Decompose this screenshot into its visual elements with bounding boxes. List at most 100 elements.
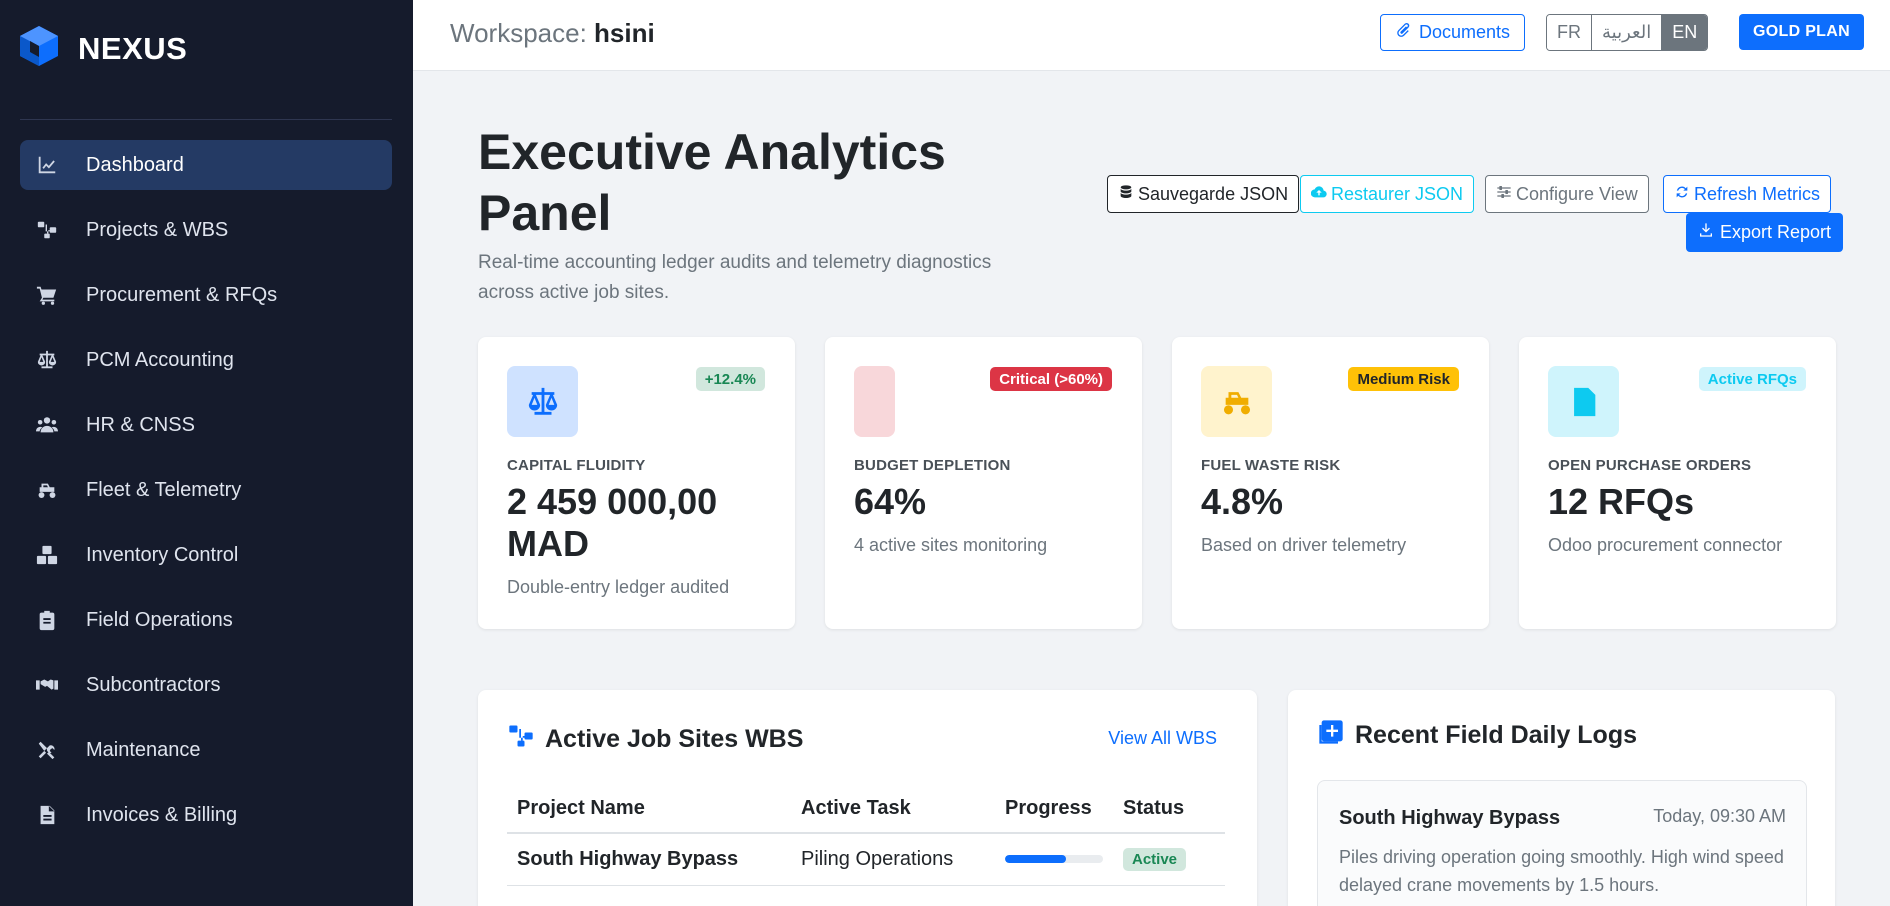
kpi-card-purchase-orders: Active RFQs OPEN PURCHASE ORDERS 12 RFQs… <box>1519 337 1836 629</box>
shopping-cart-icon <box>34 282 60 308</box>
cube-logo-icon <box>18 24 60 73</box>
workspace-label: Workspace: <box>450 18 587 48</box>
sitemap-icon <box>507 722 545 757</box>
kpi-label: OPEN PURCHASE ORDERS <box>1548 457 1752 474</box>
column-header[interactable]: Project Name <box>507 785 791 834</box>
active-task-cell: Piling Operations <box>791 833 995 886</box>
progress-bar <box>1005 855 1103 864</box>
column-header[interactable]: Progress <box>995 785 1113 834</box>
sidebar-item-label: Invoices & Billing <box>86 803 238 826</box>
sidebar-item-invoices[interactable]: Invoices & Billing <box>20 790 392 840</box>
progress-fill <box>1005 855 1066 864</box>
sidebar-item-label: HR & CNSS <box>86 413 195 436</box>
download-icon <box>1698 222 1720 243</box>
brand-name: NEXUS <box>78 30 188 66</box>
workspace-indicator: Workspace: hsini <box>450 18 655 49</box>
add-note-icon <box>1317 718 1355 753</box>
file-invoice-icon <box>34 802 60 828</box>
log-site: South Highway Bypass <box>1339 807 1561 829</box>
sidebar-item-accounting[interactable]: PCM Accounting <box>20 335 392 385</box>
sidebar-item-label: Inventory Control <box>86 543 239 566</box>
sidebar-item-label: Dashboard <box>86 153 184 176</box>
handshake-icon <box>34 672 60 698</box>
sliders-icon <box>1496 184 1516 205</box>
sidebar-item-procurement[interactable]: Procurement & RFQs <box>20 270 392 320</box>
sidebar-item-maintenance[interactable]: Maintenance <box>20 725 392 775</box>
refresh-icon <box>1674 184 1694 205</box>
wbs-table-wrap: Project Name Active Task Progress Status… <box>507 785 1225 886</box>
lang-fr-button[interactable]: FR <box>1547 15 1592 50</box>
sidebar-item-label: Field Operations <box>86 608 233 631</box>
wbs-panel: Active Job Sites WBS View All WBS Projec… <box>478 690 1257 906</box>
kpi-value: 2 459 000,00 MAD <box>507 481 718 564</box>
column-header[interactable]: Status <box>1113 785 1225 834</box>
wbs-panel-title: Active Job Sites WBS <box>507 722 803 757</box>
export-report-label: Export Report <box>1720 222 1832 242</box>
kpi-label: CAPITAL FLUIDITY <box>507 457 646 474</box>
log-entry[interactable]: South Highway Bypass Today, 09:30 AM Pil… <box>1317 780 1807 906</box>
table-row[interactable]: South Highway Bypass Piling Operations A… <box>507 833 1225 886</box>
refresh-metrics-button[interactable]: Refresh Metrics <box>1663 175 1832 213</box>
kpi-badge: Medium Risk <box>1348 367 1459 391</box>
configure-view-button[interactable]: Configure View <box>1485 175 1649 213</box>
sidebar-item-fleet[interactable]: Fleet & Telemetry <box>20 465 392 515</box>
documents-button[interactable]: Documents <box>1380 14 1526 51</box>
kpi-card-capital-fluidity: +12.4% CAPITAL FLUIDITY 2 459 000,00 MAD… <box>478 337 795 629</box>
topbar: Workspace: hsini Documents FR العربية EN… <box>413 0 1890 71</box>
file-invoice-dollar-icon <box>1548 366 1619 437</box>
sidebar-item-inventory[interactable]: Inventory Control <box>20 530 392 580</box>
status-cell: Active <box>1113 833 1225 886</box>
backup-json-button[interactable]: Sauvegarde JSON <box>1107 175 1300 213</box>
export-report-button[interactable]: Export Report <box>1686 213 1844 252</box>
daily-logs-panel: Recent Field Daily Logs South Highway By… <box>1288 690 1835 906</box>
kpi-description: Odoo procurement connector <box>1548 535 1783 555</box>
truck-monster-icon <box>34 477 60 503</box>
workspace-name: hsini <box>594 18 655 48</box>
clipboard-icon <box>34 607 60 633</box>
daily-logs-title: Recent Field Daily Logs <box>1317 718 1637 753</box>
sidebar-divider <box>20 119 392 120</box>
sidebar-item-label: Projects & WBS <box>86 218 229 241</box>
cloud-upload-icon <box>1310 184 1331 205</box>
plan-button[interactable]: GOLD PLAN <box>1739 14 1864 50</box>
sidebar-item-subcontractors[interactable]: Subcontractors <box>20 660 392 710</box>
kpi-badge: Active RFQs <box>1698 367 1806 391</box>
table-header-row: Project Name Active Task Progress Status <box>507 785 1225 834</box>
restore-json-label: Restaurer JSON <box>1331 183 1464 204</box>
sidebar-item-label: PCM Accounting <box>86 348 234 371</box>
lang-en-button[interactable]: EN <box>1662 15 1708 50</box>
configure-view-label: Configure View <box>1516 183 1638 204</box>
kpi-label: FUEL WASTE RISK <box>1201 457 1341 474</box>
scale-balance-icon <box>34 347 60 373</box>
sidebar-item-label: Procurement & RFQs <box>86 283 278 306</box>
boxes-icon <box>34 542 60 568</box>
lang-ar-button[interactable]: العربية <box>1592 15 1663 50</box>
daily-logs-title-text: Recent Field Daily Logs <box>1355 721 1638 749</box>
status-badge: Active <box>1123 848 1187 872</box>
sidebar-item-projects[interactable]: Projects & WBS <box>20 205 392 255</box>
project-name-cell: South Highway Bypass <box>507 833 791 886</box>
kpi-description: 4 active sites monitoring <box>854 535 1048 555</box>
scale-balance-icon <box>507 366 578 437</box>
users-icon <box>34 412 60 438</box>
sidebar-item-hr[interactable]: HR & CNSS <box>20 400 392 450</box>
paperclip-icon <box>1395 22 1419 43</box>
sidebar-item-dashboard[interactable]: Dashboard <box>20 140 392 190</box>
tools-icon <box>34 737 60 763</box>
truck-monster-icon <box>1201 366 1272 437</box>
kpi-value: 4.8% <box>1201 481 1284 522</box>
kpi-badge: +12.4% <box>695 367 765 391</box>
sidebar-item-label: Subcontractors <box>86 673 221 696</box>
kpi-card-fuel-waste: Medium Risk FUEL WASTE RISK 4.8% Based o… <box>1172 337 1489 629</box>
column-header[interactable]: Active Task <box>791 785 995 834</box>
wbs-title-text: Active Job Sites WBS <box>545 725 804 753</box>
restore-json-button[interactable]: Restaurer JSON <box>1300 175 1475 213</box>
page-title: Executive Analytics Panel <box>478 124 946 241</box>
view-all-wbs-link[interactable]: View All WBS <box>1108 728 1217 749</box>
log-timestamp: Today, 09:30 AM <box>1653 806 1786 826</box>
wbs-table: Project Name Active Task Progress Status… <box>507 785 1225 886</box>
database-icon <box>1118 184 1138 205</box>
sidebar-item-field-ops[interactable]: Field Operations <box>20 595 392 645</box>
kpi-value: 64% <box>854 481 927 522</box>
brand[interactable]: NEXUS <box>18 24 187 73</box>
